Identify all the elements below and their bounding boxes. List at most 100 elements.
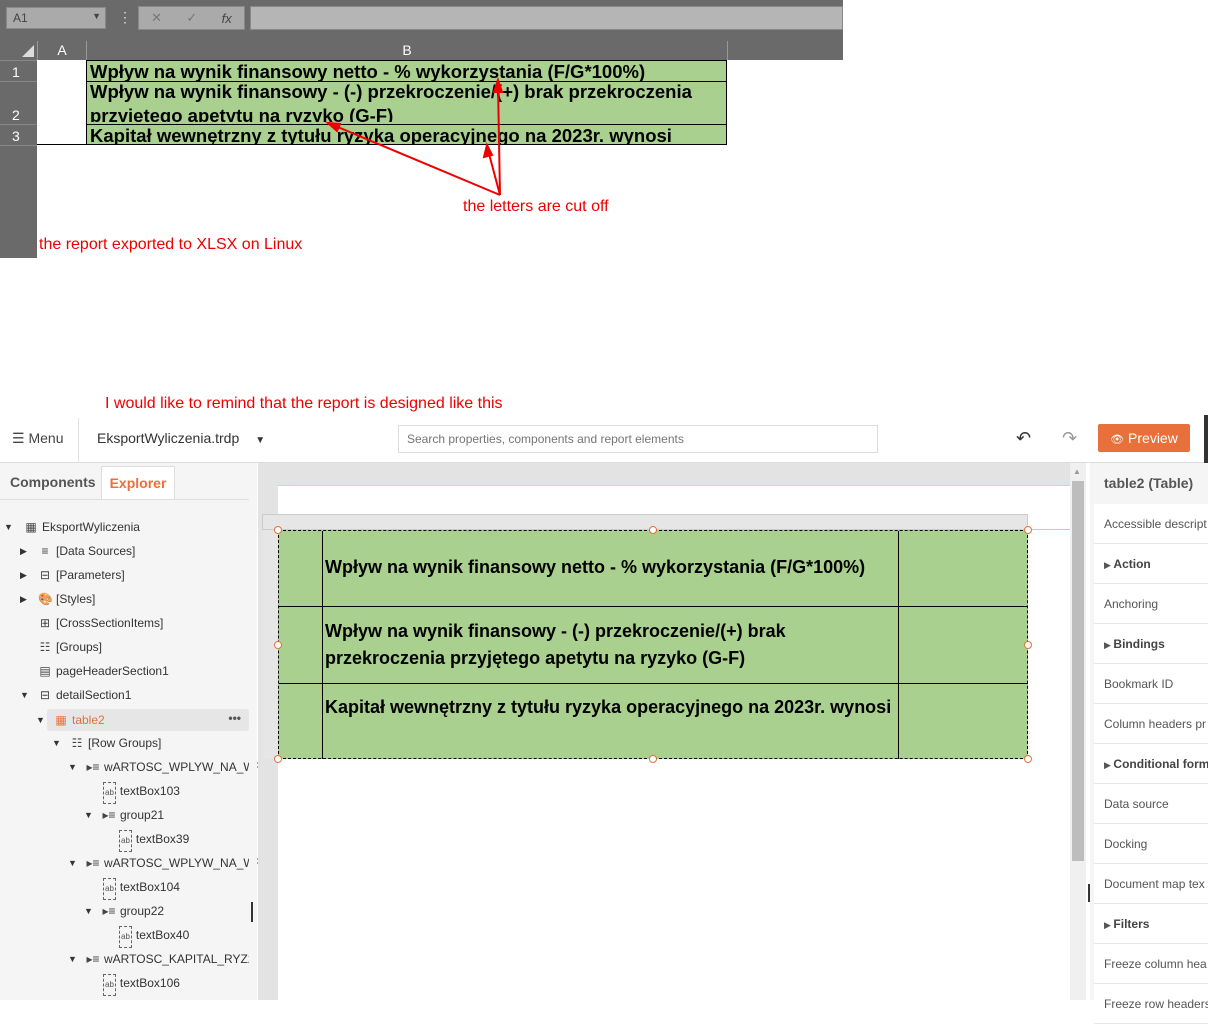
property-row[interactable]: Document map tex: [1094, 864, 1208, 904]
tree-item[interactable]: ☷ [Groups]: [38, 637, 102, 657]
caret-down-icon[interactable]: ▼: [84, 805, 93, 825]
caret-right-icon[interactable]: ▶: [20, 565, 27, 585]
tree-item-label: [CrossSectionItems]: [56, 616, 164, 630]
tab-explorer[interactable]: Explorer: [101, 466, 175, 500]
tree-item[interactable]: ab textBox39: [119, 829, 190, 852]
caret-down-icon[interactable]: ▼: [68, 949, 77, 969]
tree-item[interactable]: ▤ pageHeaderSection1: [38, 661, 168, 681]
tree-item[interactable]: ab textBox103: [103, 781, 180, 804]
group-icon: ▸≡: [102, 808, 116, 822]
menu-button[interactable]: ☰ Menu: [12, 430, 63, 447]
caret-right-icon[interactable]: ▶: [20, 589, 27, 609]
annotation-remind: I would like to remind that the report i…: [105, 395, 503, 412]
property-row[interactable]: Accessible descript: [1094, 504, 1208, 544]
table2[interactable]: Wpływ na wynik finansowy netto - % wykor…: [278, 530, 1028, 759]
resize-handle[interactable]: [649, 526, 657, 534]
tree-item[interactable]: ▼ ▸≡ group21: [84, 805, 164, 825]
divider: [322, 531, 323, 759]
resize-handle[interactable]: [274, 526, 282, 534]
tree-item-label: group22: [120, 904, 165, 918]
caret-down-icon[interactable]: ▼: [84, 901, 93, 921]
property-label: Accessible descript: [1104, 517, 1207, 531]
property-row[interactable]: ▶ Action: [1094, 544, 1208, 584]
tree-item[interactable]: ▼ ▦ EksportWyliczenia: [4, 517, 140, 537]
tree-item[interactable]: ab textBox40: [119, 925, 190, 948]
property-label: Filters: [1113, 917, 1150, 931]
groups-icon: ☷: [71, 736, 83, 750]
property-row[interactable]: Freeze column hea: [1094, 944, 1208, 984]
tree-item-table2[interactable]: ▼ ▦ table2: [36, 710, 105, 730]
undo-icon[interactable]: ↶: [1016, 428, 1031, 449]
more-options-icon[interactable]: •••: [228, 711, 241, 725]
tree-item-label: [Groups]: [56, 640, 103, 654]
page-header-icon: ▤: [39, 664, 51, 678]
caret-right-icon[interactable]: ▶: [20, 541, 27, 561]
table-cell[interactable]: Kapitał wewnętrzny z tytułu ryzyka opera…: [325, 694, 897, 721]
resize-handle[interactable]: [649, 755, 657, 763]
divider: [78, 418, 79, 462]
tree-item[interactable]: ab textBox104: [103, 877, 180, 900]
caret-right-icon[interactable]: ▶: [1104, 640, 1113, 650]
caret-down-icon[interactable]: ▼: [52, 733, 61, 753]
caret-right-icon[interactable]: ▶: [1104, 560, 1113, 570]
tree-item[interactable]: ▶ ⊟ [Parameters]: [20, 565, 125, 585]
search-input[interactable]: [398, 425, 878, 453]
canvas-scrollbar[interactable]: ▲: [1070, 463, 1086, 1000]
resize-handle[interactable]: [1024, 526, 1032, 534]
tree-item[interactable]: ▼ ⊟ detailSection1: [20, 685, 131, 705]
resize-handle[interactable]: [1024, 755, 1032, 763]
splitter-handle[interactable]: [251, 902, 253, 922]
tree-item[interactable]: ▼ ▸≡ wARTOSC_WPLYW_NA_WF: [68, 757, 262, 777]
caret-down-icon[interactable]: ▼: [68, 757, 77, 777]
caret-down-icon[interactable]: ▼: [68, 853, 77, 873]
property-row[interactable]: Freeze row headers: [1094, 984, 1208, 1024]
tree-item[interactable]: ▼ ▸≡ wARTOSC_KAPITAL_RYZ2: [68, 949, 255, 969]
property-row[interactable]: Column headers pr: [1094, 704, 1208, 744]
property-row[interactable]: ▶ Bindings: [1094, 624, 1208, 664]
tree-item[interactable]: ▼ ☷ [Row Groups]: [52, 733, 161, 753]
property-label: Freeze column hea: [1104, 957, 1207, 971]
caret-down-icon[interactable]: ▼: [4, 517, 13, 537]
property-row[interactable]: Anchoring: [1094, 584, 1208, 624]
resize-handle[interactable]: [1024, 641, 1032, 649]
textbox-icon: ab: [103, 878, 116, 900]
section-icon: ⊟: [39, 688, 51, 702]
caret-down-icon[interactable]: ▼: [20, 685, 29, 705]
tab-components[interactable]: Components: [10, 474, 96, 490]
caret-right-icon[interactable]: ▶: [1104, 920, 1113, 930]
property-row[interactable]: ▶ Conditional form: [1094, 744, 1208, 784]
resize-handle[interactable]: [274, 641, 282, 649]
tree-item[interactable]: ▶ 🎨 [Styles]: [20, 589, 95, 609]
resize-handle[interactable]: [274, 755, 282, 763]
tree-item[interactable]: ▼ ▸≡ wARTOSC_WPLYW_NA_WF: [68, 853, 262, 873]
tree-item-label: textBox40: [135, 928, 190, 942]
property-row[interactable]: Bookmark ID: [1094, 664, 1208, 704]
tree-item-label: table2: [72, 713, 105, 727]
table-icon: ▦: [55, 713, 67, 727]
preview-button[interactable]: 👁 Preview: [1098, 424, 1190, 452]
property-label: Freeze row headers: [1104, 997, 1208, 1011]
tree-item[interactable]: ab textBox106: [103, 973, 180, 996]
redo-icon[interactable]: ↷: [1062, 428, 1077, 449]
tree-item[interactable]: ▼ ▸≡ group22: [84, 901, 164, 921]
annotation-arrows: [325, 76, 504, 196]
property-row[interactable]: Docking: [1094, 824, 1208, 864]
table-cell[interactable]: Wpływ na wynik finansowy netto - % wykor…: [325, 554, 897, 581]
table-column-header[interactable]: [262, 514, 1028, 530]
caret-down-icon[interactable]: ▼: [36, 710, 45, 730]
file-selector[interactable]: EksportWyliczenia.trdp ▼: [97, 430, 265, 446]
scroll-thumb[interactable]: [1072, 481, 1084, 861]
caret-right-icon[interactable]: ▶: [1104, 760, 1113, 770]
property-row[interactable]: Data source: [1094, 784, 1208, 824]
property-label: Document map tex: [1104, 877, 1205, 891]
property-row[interactable]: ▶ Filters: [1094, 904, 1208, 944]
tree-item[interactable]: ⊞ [CrossSectionItems]: [38, 613, 163, 633]
textbox-icon: ab: [103, 782, 116, 804]
textbox-icon: ab: [103, 974, 116, 996]
scroll-up-icon[interactable]: ▲: [1073, 467, 1081, 476]
tree-item-label: textBox39: [135, 832, 190, 846]
tree-item[interactable]: ▶ ≡ [Data Sources]: [20, 541, 135, 561]
property-label: Anchoring: [1104, 597, 1159, 611]
table-cell[interactable]: Wpływ na wynik finansowy - (-) przekrocz…: [325, 618, 845, 672]
textbox-icon: ab: [119, 830, 132, 852]
